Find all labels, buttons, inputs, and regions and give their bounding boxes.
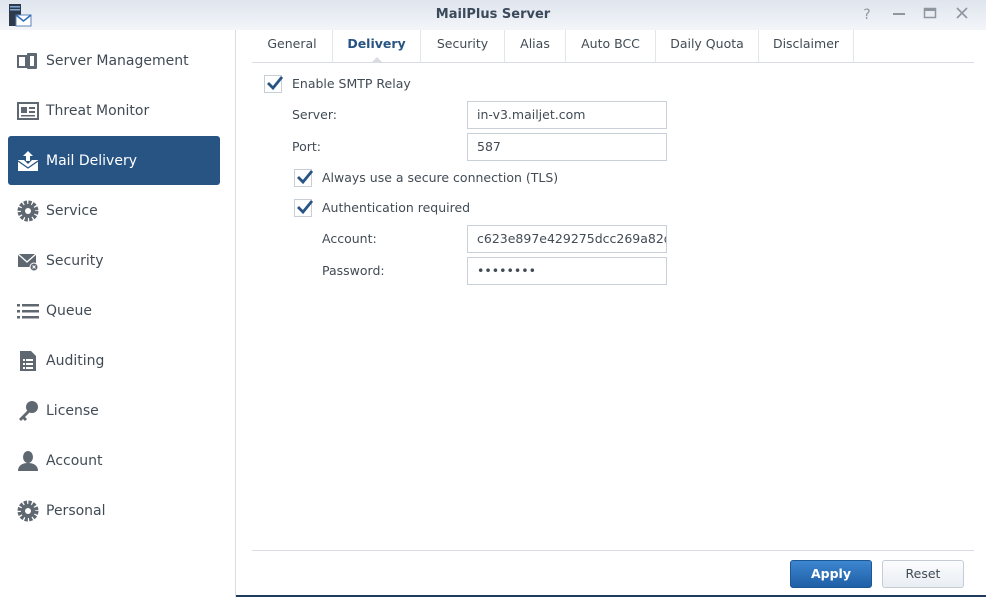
password-label: Password: [322,263,385,278]
tab-disclaimer[interactable]: Disclaimer [759,30,854,62]
gear-icon [17,500,39,522]
help-icon[interactable]: ? [858,6,876,24]
tab-security[interactable]: Security [421,30,505,62]
reset-button[interactable]: Reset [882,560,964,588]
sidebar-item-threat-monitor[interactable]: Threat Monitor [8,86,220,135]
tls-checkbox[interactable] [294,169,314,187]
apply-button[interactable]: Apply [790,560,872,588]
maximize-icon[interactable] [921,6,939,24]
password-input[interactable]: •••••••• [467,257,667,285]
document-icon [17,350,39,372]
sidebar-item-queue[interactable]: Queue [8,286,220,335]
port-input[interactable]: 587 [467,133,667,161]
footer-divider [252,550,974,551]
tab-auto-bcc[interactable]: Auto BCC [566,30,656,62]
server-label: Server: [292,107,337,122]
sidebar: Server Management Threat Monitor Mail De… [0,30,236,597]
account-label: Account: [322,231,377,246]
key-icon [17,400,39,422]
active-tab-caret [370,57,383,63]
sidebar-item-account[interactable]: Account [8,436,220,485]
list-icon [17,300,39,322]
sidebar-item-server-management[interactable]: Server Management [8,36,220,85]
window-title: MailPlus Server [435,7,551,22]
tab-delivery[interactable]: Delivery [333,30,421,63]
account-input[interactable]: c623e897e429275dcc269a82dt [467,225,667,253]
sidebar-item-security[interactable]: Security [8,236,220,285]
tab-alias[interactable]: Alias [505,30,566,62]
mail-upload-icon [17,150,39,172]
sidebar-item-license[interactable]: License [8,386,220,435]
server-input[interactable]: in-v3.mailjet.com [467,101,667,129]
enable-smtp-relay-label: Enable SMTP Relay [292,76,411,91]
auth-required-checkbox[interactable] [294,199,314,217]
enable-smtp-relay-checkbox[interactable] [264,75,284,93]
sidebar-item-service[interactable]: Service [8,186,220,235]
tab-daily-quota[interactable]: Daily Quota [656,30,759,62]
sidebar-item-mail-delivery[interactable]: Mail Delivery [8,136,220,185]
auth-required-label: Authentication required [322,200,471,215]
close-icon[interactable] [953,6,971,24]
tab-delivery-label: Delivery [347,36,406,51]
mail-block-icon [17,250,39,272]
sidebar-item-auditing[interactable]: Auditing [8,336,220,385]
minimize-icon[interactable] [890,6,908,24]
tab-bar: General Delivery Security Alias Auto BCC… [252,30,974,63]
port-label: Port: [292,139,321,154]
user-icon [17,450,39,472]
gear-icon [17,200,39,222]
server-icon [17,50,39,72]
title-bar: MailPlus Server ? [0,0,986,30]
id-card-icon [17,100,39,122]
tls-label: Always use a secure connection (TLS) [322,170,559,185]
sidebar-item-personal[interactable]: Personal [8,486,220,535]
tab-general[interactable]: General [252,30,333,62]
